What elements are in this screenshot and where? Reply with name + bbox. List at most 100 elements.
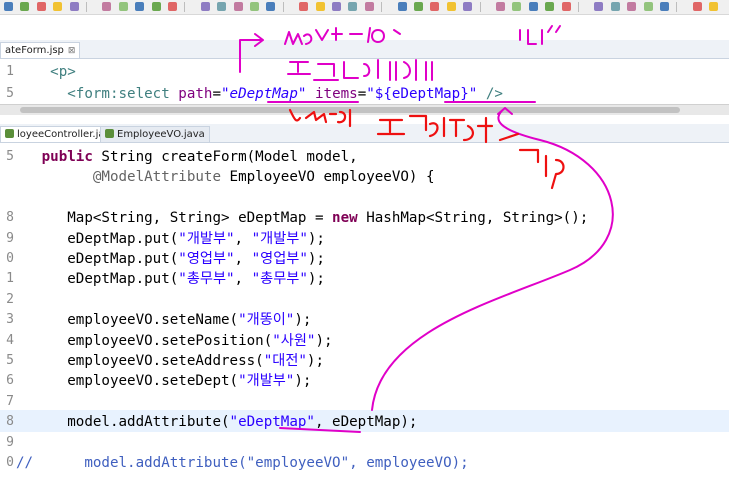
line-number: 9 bbox=[6, 434, 14, 450]
code-text: employeeVO.seteName("개똥이"); bbox=[16, 309, 311, 331]
jsp-editor[interactable]: 1 <p> 5 <form:select path="eDeptMap" item… bbox=[0, 59, 729, 103]
toolbar-icon[interactable] bbox=[643, 2, 653, 11]
toolbar-icon[interactable] bbox=[528, 2, 538, 11]
code-token: , bbox=[234, 230, 252, 247]
toolbar-icon[interactable] bbox=[496, 2, 505, 11]
toolbar-icon[interactable] bbox=[266, 2, 276, 11]
line-number: 5 bbox=[6, 86, 14, 101]
code-token: public bbox=[41, 149, 93, 165]
code-token: String createForm(Model model, bbox=[92, 149, 358, 165]
code-token: ); bbox=[294, 312, 312, 329]
toolbar-icon[interactable] bbox=[414, 2, 423, 11]
ide-toolbar bbox=[0, 0, 729, 15]
line-number: 1 bbox=[6, 271, 14, 287]
toolbar-icon[interactable] bbox=[250, 2, 259, 11]
toolbar-icon[interactable] bbox=[430, 2, 440, 11]
code-text: Map<String, String> eDeptMap = new HashM… bbox=[16, 207, 588, 229]
code-text: public String createForm(Model model, bbox=[16, 146, 358, 168]
toolbar-icon[interactable] bbox=[561, 2, 571, 11]
toolbar-icon[interactable] bbox=[315, 2, 325, 11]
code-token: , eDeptMap); bbox=[314, 414, 418, 431]
code-token: , bbox=[234, 271, 252, 288]
code-text: eDeptMap.put("총무부", "총무부"); bbox=[16, 268, 325, 290]
code-token: new bbox=[332, 210, 358, 227]
java-file-icon bbox=[105, 129, 114, 138]
toolbar-icon[interactable] bbox=[233, 2, 243, 11]
toolbar-icon[interactable] bbox=[200, 2, 210, 11]
code-token: "총무부" bbox=[178, 271, 235, 288]
code-token: "employeeVO" bbox=[246, 455, 350, 471]
code-token: <form:select bbox=[67, 86, 170, 102]
toolbar-icon[interactable] bbox=[709, 2, 719, 11]
toolbar-icon[interactable] bbox=[545, 2, 555, 11]
toolbar-icon[interactable] bbox=[692, 2, 702, 11]
code-token: // bbox=[16, 455, 34, 471]
code-text: eDeptMap.put("영업부", "영업부"); bbox=[16, 248, 325, 270]
horizontal-scrollbar[interactable] bbox=[0, 104, 729, 115]
toolbar-icon[interactable] bbox=[512, 2, 522, 11]
line-number: 7 bbox=[6, 393, 14, 409]
code-token: "eDeptMap" bbox=[229, 414, 315, 431]
toolbar-icon[interactable] bbox=[118, 2, 128, 11]
code-token: , bbox=[234, 251, 252, 267]
code-token: employeeVO.seteAddress( bbox=[16, 353, 264, 369]
line-number: 9 bbox=[6, 230, 14, 246]
toolbar-icon[interactable] bbox=[217, 2, 227, 11]
code-token: , employeeVO); bbox=[349, 455, 469, 471]
toolbar-separator bbox=[676, 2, 678, 12]
code-token: items bbox=[314, 86, 358, 102]
toolbar-icon[interactable] bbox=[69, 2, 79, 11]
close-icon[interactable]: ⊠ bbox=[68, 46, 76, 56]
toolbar-icon[interactable] bbox=[299, 2, 309, 11]
code-token: model.addAttribute( bbox=[33, 455, 247, 471]
toolbar-icon[interactable] bbox=[463, 2, 473, 11]
line-number: 5 bbox=[6, 149, 14, 164]
toolbar-icon[interactable] bbox=[168, 2, 177, 11]
code-token: ); bbox=[307, 251, 325, 267]
code-text: @ModelAttribute EmployeeVO employeeVO) { bbox=[16, 166, 435, 188]
code-token: eDeptMap.put( bbox=[16, 271, 179, 288]
toolbar-icon[interactable] bbox=[20, 2, 30, 11]
code-token: HashMap<String, String>(); bbox=[357, 210, 589, 227]
toolbar-icon[interactable] bbox=[660, 2, 669, 11]
toolbar-icon[interactable] bbox=[446, 2, 456, 11]
code-token: "대전" bbox=[263, 353, 307, 369]
code-token: Map<String, String> eDeptMap = bbox=[16, 210, 333, 227]
tab-employee-vo[interactable]: EmployeeVO.java bbox=[100, 126, 210, 142]
code-token: "영업부" bbox=[251, 251, 308, 267]
java-editor[interactable]: 5 public String createForm(Model model, … bbox=[0, 144, 729, 495]
toolbar-icon[interactable] bbox=[332, 2, 341, 11]
tab-label: ateForm.jsp bbox=[5, 45, 64, 56]
toolbar-separator bbox=[86, 2, 87, 12]
tab-label: EmployeeVO.java bbox=[117, 129, 205, 140]
toolbar-icon[interactable] bbox=[610, 2, 620, 11]
code-token: "${eDeptMap}" bbox=[366, 86, 478, 102]
line-number: 3 bbox=[6, 312, 14, 328]
toolbar-icon[interactable] bbox=[53, 2, 63, 11]
code-token: ); bbox=[307, 230, 325, 247]
line-number: 6 bbox=[6, 373, 14, 389]
scrollbar-thumb[interactable] bbox=[20, 107, 680, 113]
code-token: @ModelAttribute bbox=[92, 169, 221, 186]
code-token: EmployeeVO employeeVO) { bbox=[221, 169, 435, 186]
toolbar-icon[interactable] bbox=[627, 2, 637, 11]
toolbar-icon[interactable] bbox=[4, 2, 13, 11]
toolbar-icon[interactable] bbox=[102, 2, 112, 11]
code-token: ); bbox=[306, 353, 325, 369]
code-token: <p> bbox=[50, 64, 76, 80]
toolbar-icon[interactable] bbox=[397, 2, 407, 11]
toolbar-icon[interactable] bbox=[36, 2, 46, 11]
tab-createform-jsp[interactable]: ateForm.jsp ⊠ bbox=[0, 42, 81, 58]
code-text: <form:select path="eDeptMap" items="${eD… bbox=[16, 83, 503, 105]
code-token: "영업부" bbox=[178, 251, 235, 267]
code-token: /> bbox=[485, 86, 503, 102]
toolbar-icon[interactable] bbox=[151, 2, 161, 11]
toolbar-icon[interactable] bbox=[364, 2, 374, 11]
toolbar-icon[interactable] bbox=[594, 2, 604, 11]
toolbar-icon[interactable] bbox=[135, 2, 145, 11]
toolbar-icon[interactable] bbox=[348, 2, 358, 11]
code-text: eDeptMap.put("개발부", "개발부"); bbox=[16, 228, 325, 250]
line-number: 8 bbox=[6, 210, 14, 226]
